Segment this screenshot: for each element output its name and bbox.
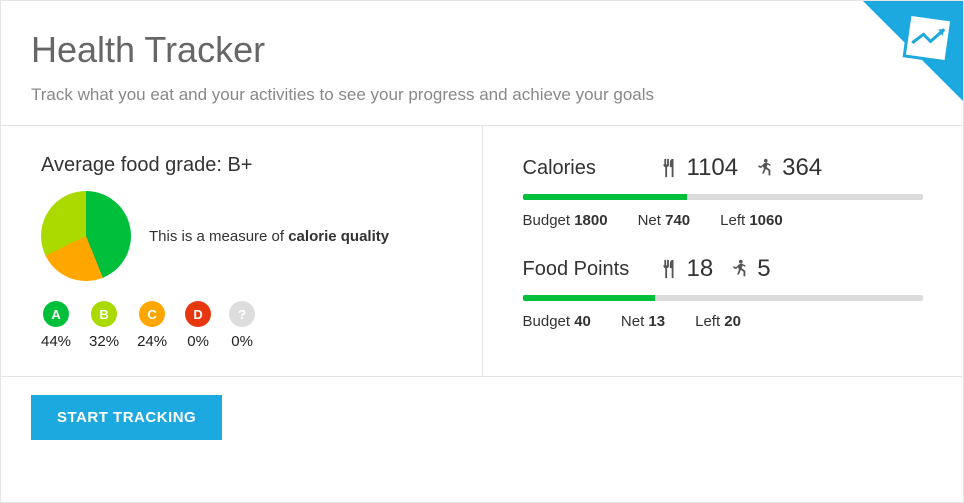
cal-left-label: Left xyxy=(720,212,749,229)
grade-value: B+ xyxy=(227,154,252,176)
runner-icon xyxy=(752,157,774,179)
calories-eaten: 1104 xyxy=(687,154,739,182)
grade-badge: A 44% xyxy=(41,301,71,350)
grade-badge: B 32% xyxy=(89,301,119,350)
grade-badge-letter: B xyxy=(91,301,117,327)
calories-burned: 364 xyxy=(782,154,822,182)
page-subtitle: Track what you eat and your activities t… xyxy=(31,85,933,105)
points-progress xyxy=(523,295,924,301)
calories-metric: Calories 1104 364 Budget 1800 Net 740 Le… xyxy=(523,154,924,229)
cal-budget: 1800 xyxy=(574,212,607,229)
cal-net: 740 xyxy=(665,212,690,229)
grade-badge-pct: 0% xyxy=(185,333,211,350)
pts-budget-label: Budget xyxy=(523,313,575,330)
grade-badge-pct: 32% xyxy=(89,333,119,350)
grade-badge-pct: 44% xyxy=(41,333,71,350)
start-tracking-button[interactable]: START TRACKING xyxy=(31,395,222,440)
runner-icon xyxy=(727,258,749,280)
pts-left-label: Left xyxy=(695,313,724,330)
pts-net-label: Net xyxy=(621,313,649,330)
points-burned: 5 xyxy=(757,255,770,283)
grade-badge-letter: D xyxy=(185,301,211,327)
grade-badge-pct: 0% xyxy=(229,333,255,350)
grade-badge-letter: ? xyxy=(229,301,255,327)
grade-desc-bold: calorie quality xyxy=(288,228,389,245)
grade-pie-chart xyxy=(41,191,131,281)
cal-left: 1060 xyxy=(749,212,782,229)
grade-badge-pct: 24% xyxy=(137,333,167,350)
chart-icon xyxy=(900,10,956,66)
cal-budget-label: Budget xyxy=(523,212,575,229)
pts-budget: 40 xyxy=(574,313,591,330)
points-metric: Food Points 18 5 Budget 40 Net 13 Left 2… xyxy=(523,255,924,330)
grade-label: Average food grade: xyxy=(41,154,227,176)
fork-knife-icon xyxy=(657,157,679,179)
points-eaten: 18 xyxy=(687,255,714,283)
grade-desc: This is a measure of xyxy=(149,228,288,245)
food-grade-panel: Average food grade: B+ This is a measure… xyxy=(1,126,483,376)
calories-progress xyxy=(523,194,924,200)
grade-badges: A 44% B 32% C 24% D 0%? 0% xyxy=(41,301,442,350)
grade-badge: D 0% xyxy=(185,301,211,350)
page-title: Health Tracker xyxy=(31,29,933,71)
calories-label: Calories xyxy=(523,157,643,180)
grade-badge-letter: A xyxy=(43,301,69,327)
pts-left: 20 xyxy=(724,313,741,330)
grade-badge: ? 0% xyxy=(229,301,255,350)
metrics-panel: Calories 1104 364 Budget 1800 Net 740 Le… xyxy=(483,126,964,376)
pts-net: 13 xyxy=(648,313,665,330)
points-label: Food Points xyxy=(523,258,643,281)
cal-net-label: Net xyxy=(638,212,666,229)
grade-badge-letter: C xyxy=(139,301,165,327)
fork-knife-icon xyxy=(657,258,679,280)
grade-badge: C 24% xyxy=(137,301,167,350)
